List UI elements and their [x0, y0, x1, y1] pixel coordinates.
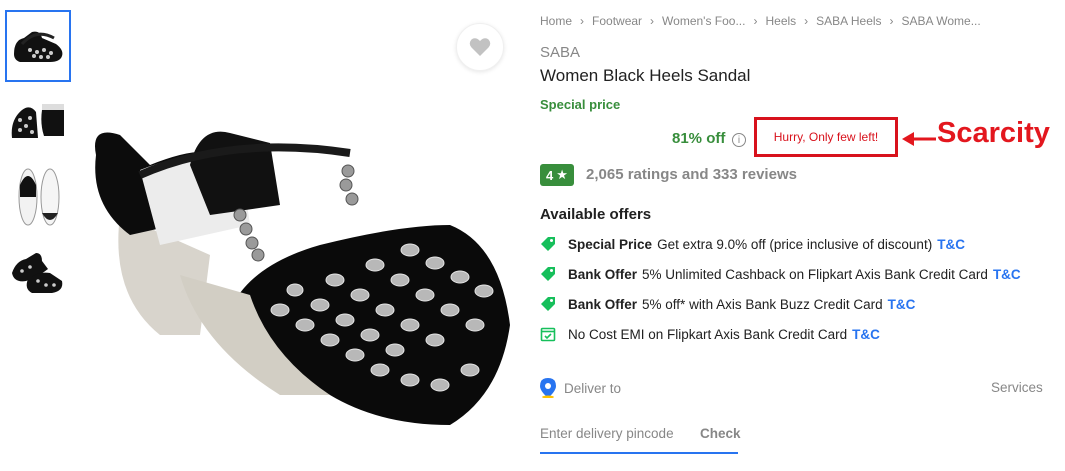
chevron-right-icon: › — [753, 14, 758, 28]
shoe-thumbnail-icon — [12, 253, 63, 293]
breadcrumb-item[interactable]: SABA Wome... — [902, 14, 981, 28]
breadcrumb-item[interactable]: Footwear — [592, 14, 642, 28]
product-image — [80, 95, 520, 435]
terms-link[interactable]: T&C — [852, 327, 880, 342]
heel-sandal-image — [95, 131, 510, 425]
discount-text: 81% off — [672, 130, 726, 147]
offer-text: No Cost EMI on Flipkart Axis Bank Credit… — [568, 326, 848, 342]
offer-text: 5% Unlimited Cashback on Flipkart Axis B… — [642, 266, 988, 282]
breadcrumb: Home › Footwear › Women's Foo... › Heels › SABA … — [540, 14, 981, 28]
deliver-to: Deliver to — [540, 378, 621, 398]
offers-heading: Available offers — [540, 206, 652, 223]
product-brand[interactable]: SABA — [540, 44, 580, 61]
stock-alert-text: Hurry, Only few left! — [773, 130, 879, 144]
thumbnail-1[interactable] — [5, 10, 71, 82]
terms-link[interactable]: T&C — [993, 267, 1021, 282]
thumbnail-4[interactable] — [5, 235, 71, 307]
rating-badge[interactable]: 4 ★ — [540, 164, 574, 186]
terms-link[interactable]: T&C — [937, 237, 965, 252]
wishlist-button[interactable] — [456, 23, 504, 71]
shoe-thumbnail-icon — [11, 104, 64, 138]
stock-alert-box: Hurry, Only few left! — [754, 117, 898, 157]
offer-text: Get extra 9.0% off (price inclusive of d… — [657, 236, 933, 252]
breadcrumb-item[interactable]: Home — [540, 14, 572, 28]
offer-title: Bank Offer — [568, 266, 638, 282]
tag-icon — [541, 237, 555, 251]
services-label: Services — [991, 380, 1043, 395]
pincode-input[interactable] — [540, 424, 690, 443]
arrow-left-icon — [902, 132, 936, 146]
heart-icon — [469, 38, 491, 56]
check-button[interactable]: Check — [700, 426, 741, 441]
offer-text: 5% off* with Axis Bank Buzz Credit Card — [642, 296, 883, 312]
thumbnail-list — [5, 10, 71, 310]
chevron-right-icon: › — [580, 14, 585, 28]
offer-item: Special Price Get extra 9.0% off (price … — [540, 236, 965, 252]
terms-link[interactable]: T&C — [888, 297, 916, 312]
breadcrumb-item[interactable]: Heels — [765, 14, 796, 28]
shoe-thumbnail-icon — [14, 31, 63, 62]
thumbnail-3[interactable] — [5, 160, 71, 232]
deliver-to-label: Deliver to — [564, 380, 622, 396]
location-pin-icon — [540, 378, 556, 398]
thumbnail-2[interactable] — [5, 85, 71, 157]
special-price-label: Special price — [540, 97, 621, 112]
offer-title: Bank Offer — [568, 296, 638, 312]
chevron-right-icon: › — [889, 14, 894, 28]
offer-item: No Cost EMI on Flipkart Axis Bank Credit… — [540, 326, 880, 342]
shoe-thumbnail-icon — [18, 168, 60, 226]
chevron-right-icon: › — [804, 14, 809, 28]
tag-icon — [541, 267, 555, 281]
breadcrumb-item[interactable]: SABA Heels — [816, 14, 881, 28]
rating-value: 4 — [546, 167, 554, 183]
tag-icon — [541, 297, 555, 311]
offer-title: Special Price — [568, 236, 653, 252]
product-title: Women Black Heels Sandal — [540, 66, 751, 85]
rating-summary[interactable]: 2,065 ratings and 333 reviews — [586, 166, 797, 183]
breadcrumb-item[interactable]: Women's Foo... — [662, 14, 745, 28]
star-icon: ★ — [556, 167, 568, 182]
offer-item: Bank Offer 5% off* with Axis Bank Buzz C… — [540, 296, 915, 312]
calendar-icon — [540, 327, 556, 342]
chevron-right-icon: › — [650, 14, 655, 28]
offer-item: Bank Offer 5% Unlimited Cashback on Flip… — [540, 266, 1021, 282]
info-icon[interactable]: i — [732, 133, 746, 147]
scarcity-annotation: Scarcity — [937, 117, 1050, 149]
